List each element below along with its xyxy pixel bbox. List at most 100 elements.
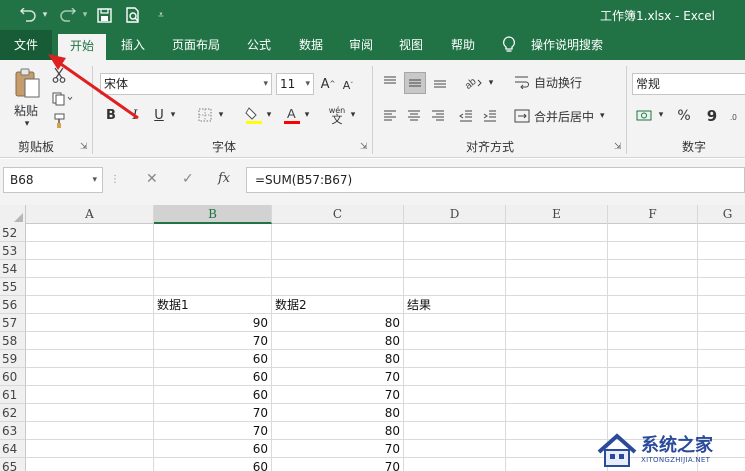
cell-f60[interactable] xyxy=(608,368,698,386)
cell-c56[interactable]: 数据2 xyxy=(272,296,404,314)
column-header-c[interactable]: C xyxy=(272,205,404,224)
cell-b62[interactable]: 70 xyxy=(154,404,272,422)
align-middle-icon[interactable] xyxy=(404,72,426,94)
row-header[interactable]: 60 xyxy=(0,368,26,386)
cell-f61[interactable] xyxy=(608,386,698,404)
cell-b58[interactable]: 70 xyxy=(154,332,272,350)
formula-input[interactable]: =SUM(B57:B67) xyxy=(246,167,745,193)
cell-g57[interactable] xyxy=(698,314,745,332)
tab-formulas[interactable]: 公式 xyxy=(238,30,280,60)
cell-c65[interactable]: 70 xyxy=(272,458,404,471)
merge-center-button[interactable]: 合并后居中 ▾ xyxy=(514,106,624,126)
paste-dropdown-icon[interactable]: ▾ xyxy=(20,118,34,130)
cell-b64[interactable]: 60 xyxy=(154,440,272,458)
cell-c63[interactable]: 80 xyxy=(272,422,404,440)
cell-c54[interactable] xyxy=(272,260,404,278)
tab-data[interactable]: 数据 xyxy=(290,30,332,60)
row-header[interactable]: 52 xyxy=(0,224,26,242)
tab-page-layout[interactable]: 页面布局 xyxy=(164,30,228,60)
cell-b61[interactable]: 60 xyxy=(154,386,272,404)
borders-dropdown-icon[interactable]: ▾ xyxy=(216,108,226,122)
cell-g62[interactable] xyxy=(698,404,745,422)
align-left-icon[interactable] xyxy=(380,106,400,126)
row-header[interactable]: 54 xyxy=(0,260,26,278)
cell-e55[interactable] xyxy=(506,278,608,296)
enter-icon[interactable]: ✓ xyxy=(182,171,194,187)
cell-f55[interactable] xyxy=(608,278,698,296)
font-color-icon[interactable]: A xyxy=(282,104,302,126)
cell-g54[interactable] xyxy=(698,260,745,278)
underline-dropdown-icon[interactable]: ▾ xyxy=(168,108,178,122)
save-icon[interactable] xyxy=(95,6,113,24)
row-header[interactable]: 58 xyxy=(0,332,26,350)
cell-d61[interactable] xyxy=(404,386,506,404)
cell-g58[interactable] xyxy=(698,332,745,350)
orientation-icon[interactable]: ab xyxy=(462,72,486,92)
row-header[interactable]: 59 xyxy=(0,350,26,368)
row-header[interactable]: 53 xyxy=(0,242,26,260)
cell-d65[interactable] xyxy=(404,458,506,471)
percent-style-button[interactable]: % xyxy=(674,106,694,126)
cell-d53[interactable] xyxy=(404,242,506,260)
name-box[interactable]: B68 ▾ xyxy=(3,167,103,193)
align-bottom-icon[interactable] xyxy=(430,72,450,92)
cell-b57[interactable]: 90 xyxy=(154,314,272,332)
cell-a54[interactable] xyxy=(26,260,154,278)
cell-b59[interactable]: 60 xyxy=(154,350,272,368)
cell-c59[interactable]: 80 xyxy=(272,350,404,368)
increase-font-size-button[interactable]: A ^ xyxy=(320,75,336,93)
insert-function-button[interactable]: fx xyxy=(218,171,230,186)
borders-icon[interactable] xyxy=(196,106,214,124)
cell-g56[interactable] xyxy=(698,296,745,314)
cell-b55[interactable] xyxy=(154,278,272,296)
align-top-icon[interactable] xyxy=(380,72,400,92)
cell-c60[interactable]: 70 xyxy=(272,368,404,386)
customize-qat-icon[interactable]: ⩡ xyxy=(155,6,167,24)
paste-clipboard-icon[interactable] xyxy=(12,66,42,100)
row-header[interactable]: 57 xyxy=(0,314,26,332)
cell-d60[interactable] xyxy=(404,368,506,386)
accounting-dropdown-icon[interactable]: ▾ xyxy=(656,108,666,122)
print-preview-icon[interactable] xyxy=(124,6,142,24)
select-all-button[interactable] xyxy=(0,205,26,224)
row-header[interactable]: 64 xyxy=(0,440,26,458)
column-header-g[interactable]: G xyxy=(698,205,745,224)
alignment-launcher-icon[interactable]: ⇲ xyxy=(614,142,622,152)
accounting-format-icon[interactable] xyxy=(634,106,656,126)
column-header-d[interactable]: D xyxy=(404,205,506,224)
cell-g61[interactable] xyxy=(698,386,745,404)
cell-b60[interactable]: 60 xyxy=(154,368,272,386)
cell-b53[interactable] xyxy=(154,242,272,260)
row-header[interactable]: 63 xyxy=(0,422,26,440)
cell-f54[interactable] xyxy=(608,260,698,278)
cell-f57[interactable] xyxy=(608,314,698,332)
row-header[interactable]: 55 xyxy=(0,278,26,296)
wrap-text-button[interactable]: 自动换行 xyxy=(514,72,604,92)
align-center-icon[interactable] xyxy=(404,106,424,126)
cell-b65[interactable]: 60 xyxy=(154,458,272,471)
row-header[interactable]: 56 xyxy=(0,296,26,314)
font-name-select[interactable]: 宋体 ▾ xyxy=(100,73,272,95)
format-painter-icon[interactable] xyxy=(50,112,68,130)
cell-d56[interactable]: 结果 xyxy=(404,296,506,314)
number-format-select[interactable]: 常规 xyxy=(632,73,745,95)
row-header[interactable]: 62 xyxy=(0,404,26,422)
row-header[interactable]: 61 xyxy=(0,386,26,404)
cell-a63[interactable] xyxy=(26,422,154,440)
font-launcher-icon[interactable]: ⇲ xyxy=(360,142,368,152)
cell-d58[interactable] xyxy=(404,332,506,350)
cell-g53[interactable] xyxy=(698,242,745,260)
undo-dropdown-icon[interactable]: ▾ xyxy=(40,6,50,24)
tab-view[interactable]: 视图 xyxy=(390,30,432,60)
phonetic-dropdown-icon[interactable]: ▾ xyxy=(348,108,358,122)
column-header-e[interactable]: E xyxy=(506,205,608,224)
cell-a52[interactable] xyxy=(26,224,154,242)
increase-decimal-icon[interactable]: .0 xyxy=(728,106,745,126)
cell-a65[interactable] xyxy=(26,458,154,471)
paste-button[interactable]: 粘贴 xyxy=(8,102,44,118)
cell-e64[interactable] xyxy=(506,440,608,458)
fill-color-icon[interactable] xyxy=(244,104,264,126)
cell-f58[interactable] xyxy=(608,332,698,350)
font-color-dropdown-icon[interactable]: ▾ xyxy=(302,108,312,122)
cell-e65[interactable] xyxy=(506,458,608,471)
